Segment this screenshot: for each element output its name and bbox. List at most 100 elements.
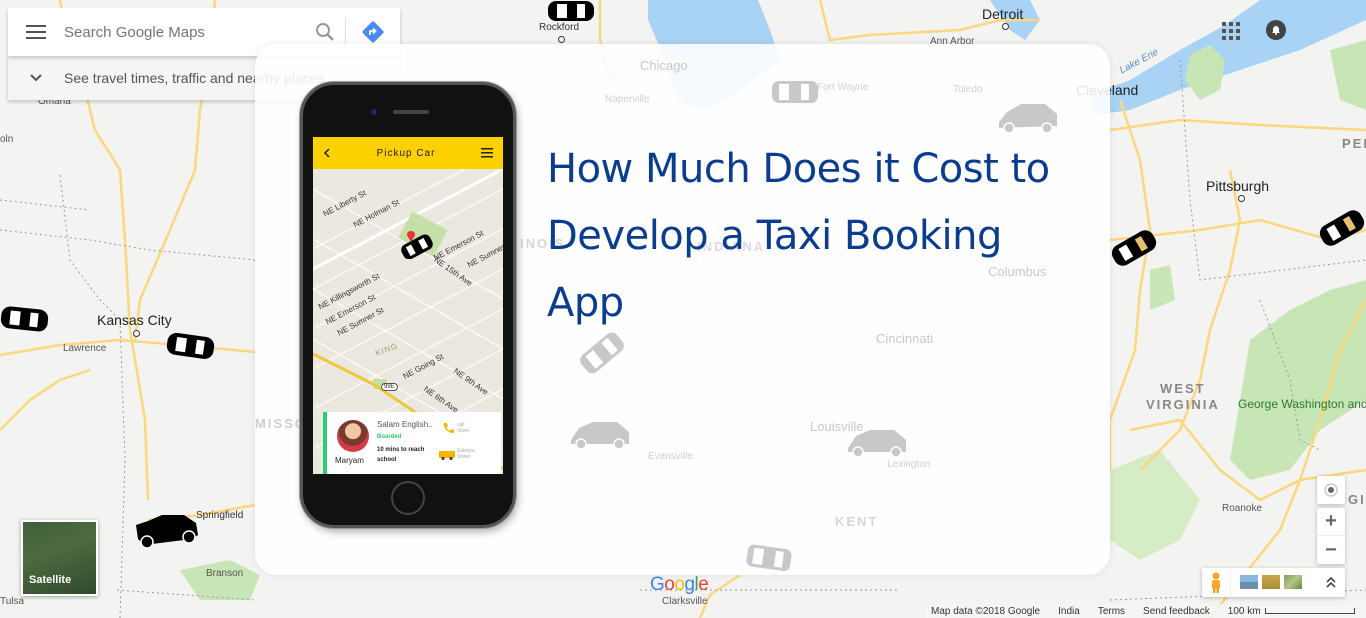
terrain-layer-thumb[interactable] bbox=[1240, 575, 1258, 589]
taxi-car-icon bbox=[166, 332, 215, 359]
map-label-rockford: Rockford bbox=[539, 22, 580, 33]
taxi-car-icon bbox=[548, 1, 594, 21]
map-label-springfield: Springfield bbox=[196, 510, 244, 521]
passenger-avatar bbox=[337, 420, 369, 452]
notifications-bell-icon bbox=[1272, 26, 1280, 35]
logo-letter: e bbox=[698, 574, 709, 595]
promo-card: Chicago Naperville Toledo Fort Wayne Col… bbox=[255, 44, 1110, 575]
satellite-toggle[interactable]: Satellite bbox=[21, 520, 98, 596]
magnifier-icon bbox=[316, 23, 334, 41]
map-label-branson: Branson bbox=[206, 568, 244, 579]
map-label-virginia-partial: GIN bbox=[1348, 492, 1366, 507]
ride-eta: 10 mins to reach school bbox=[377, 447, 425, 463]
car-icon-faded bbox=[848, 430, 906, 458]
scale-indicator[interactable]: 100 km bbox=[1228, 606, 1355, 617]
phone-call-icon[interactable] bbox=[442, 422, 454, 434]
zoom-controls: + − bbox=[1317, 508, 1345, 564]
directions-diamond-icon bbox=[362, 21, 384, 43]
city-dot bbox=[558, 36, 565, 43]
send-feedback-link[interactable]: Send feedback bbox=[1143, 606, 1210, 617]
phone-mockup: NE Liberty St NE Holman St NE Emerson St… bbox=[300, 82, 516, 528]
car-icon-faded bbox=[571, 422, 629, 450]
city-dot bbox=[1002, 23, 1009, 30]
headline-line-2: Develop a Taxi Booking bbox=[547, 213, 1002, 259]
chevron-left-icon[interactable] bbox=[323, 148, 331, 158]
taxi-car-icon bbox=[0, 306, 49, 332]
map-label-lexington: Lexington bbox=[887, 459, 931, 470]
hamburger-menu-icon[interactable] bbox=[481, 148, 493, 158]
divider bbox=[1230, 568, 1231, 597]
map-label-virginia: VIRGINIA bbox=[1146, 397, 1220, 412]
logo-letter: o bbox=[674, 574, 685, 595]
phone-speaker bbox=[393, 110, 429, 114]
map-label-tulsa: Tulsa bbox=[0, 596, 25, 607]
car-icon-faded bbox=[772, 81, 818, 103]
home-button bbox=[391, 481, 425, 515]
zoom-out-button[interactable]: − bbox=[1317, 536, 1345, 564]
my-location-button[interactable] bbox=[1317, 476, 1345, 504]
ride-status: Boarded bbox=[377, 434, 402, 440]
map-label-west: WEST bbox=[1160, 381, 1206, 396]
map-label-clarksville: Clarksville bbox=[662, 596, 708, 607]
highway-shield: 99E bbox=[381, 383, 398, 391]
map-label-evansville: Evansville bbox=[648, 451, 694, 462]
map-label-lincoln: oln bbox=[0, 134, 14, 145]
map-label-fort-wayne: Fort Wayne bbox=[817, 82, 869, 93]
apps-grid-icon[interactable] bbox=[1222, 22, 1240, 40]
google-logo: Google bbox=[650, 574, 709, 596]
biking-layer-thumb[interactable] bbox=[1284, 575, 1302, 589]
chevron-down-icon bbox=[30, 74, 42, 82]
zoom-in-button[interactable]: + bbox=[1317, 508, 1345, 536]
hamburger-menu-button[interactable] bbox=[8, 25, 64, 39]
headline-line-3: App bbox=[547, 280, 624, 326]
map-data-attribution: Map data ©2018 Google bbox=[931, 605, 1041, 617]
logo-letter: o bbox=[664, 574, 675, 595]
map-label-chicago: Chicago bbox=[640, 58, 688, 73]
directions-button[interactable] bbox=[346, 20, 400, 44]
my-location-icon bbox=[1324, 483, 1338, 497]
map-label-roanoke: Roanoke bbox=[1222, 503, 1263, 514]
map-label-toledo: Toledo bbox=[953, 84, 983, 95]
taxi-car-icon bbox=[1319, 210, 1365, 246]
headline-line-1: How Much Does it Cost to bbox=[547, 146, 1050, 192]
traffic-layer-thumb[interactable] bbox=[1262, 575, 1280, 589]
map-label-national-forest: George Washington and Jefferson National… bbox=[1238, 397, 1366, 411]
passenger-name: Maryam bbox=[335, 456, 364, 465]
map-footer: Map data ©2018 Google India Terms Send f… bbox=[925, 604, 1366, 618]
search-button[interactable] bbox=[305, 22, 345, 42]
phone-screen: NE Liberty St NE Holman St NE Emerson St… bbox=[313, 137, 503, 474]
hamburger-menu-icon bbox=[26, 25, 46, 39]
map-label-detroit: Detroit bbox=[982, 6, 1024, 22]
ride-title: Salam English.. bbox=[377, 420, 433, 429]
hatchback-car-icon bbox=[136, 515, 198, 549]
satellite-label: Satellite bbox=[29, 574, 72, 586]
city-dot bbox=[133, 330, 140, 337]
scale-bar bbox=[1264, 607, 1355, 614]
logo-letter: g bbox=[684, 574, 695, 595]
taxi-marker-icon bbox=[401, 231, 433, 259]
front-camera bbox=[371, 109, 377, 115]
scale-label: 100 km bbox=[1227, 605, 1261, 617]
terms-link[interactable]: Terms bbox=[1098, 606, 1125, 617]
map-label-naperville: Naperville bbox=[605, 94, 650, 105]
layers-bar bbox=[1202, 568, 1345, 597]
logo-letter: G bbox=[650, 574, 665, 595]
map-label-kansas-city: Kansas City bbox=[97, 312, 172, 328]
car-icon-faded bbox=[746, 544, 792, 572]
double-chevron-up-icon[interactable] bbox=[1326, 576, 1336, 588]
app-title: Pickup Car bbox=[376, 147, 436, 159]
app-header: Pickup Car bbox=[313, 137, 503, 169]
city-dot bbox=[1238, 195, 1245, 202]
ride-status-card: Maryam Salam English.. Boarded 10 mins t… bbox=[323, 412, 501, 474]
region-link[interactable]: India bbox=[1058, 606, 1080, 617]
search-input[interactable] bbox=[64, 23, 305, 41]
street-label: Salmiya Street bbox=[457, 448, 475, 460]
street-view-pegman-icon[interactable] bbox=[1210, 572, 1222, 594]
map-label-pittsburgh: Pittsburgh bbox=[1206, 178, 1270, 194]
call-driver-label[interactable]: call driver bbox=[457, 422, 477, 434]
map-label-lawrence: Lawrence bbox=[63, 343, 107, 354]
bus-icon bbox=[439, 451, 455, 460]
car-icon-faded bbox=[999, 104, 1057, 134]
notifications-button[interactable] bbox=[1266, 20, 1286, 40]
map-label-pennsylvania: PEN bbox=[1342, 136, 1366, 151]
